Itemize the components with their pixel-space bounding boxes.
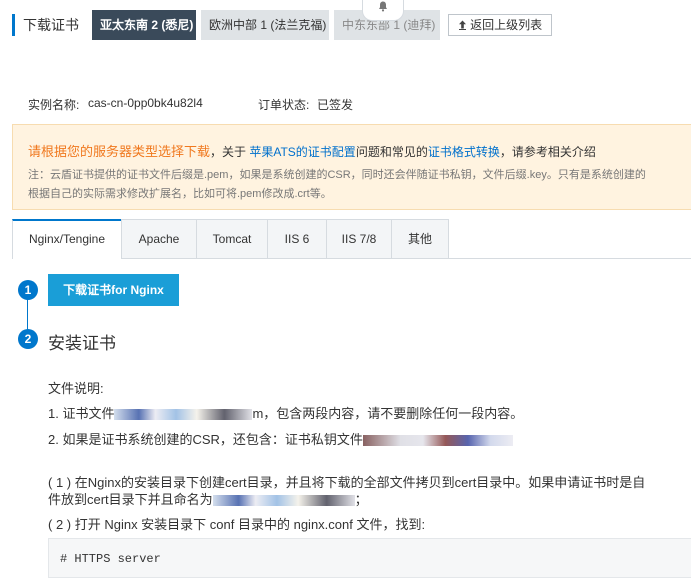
file-item-1-suffix: m，包含两段内容，请不要删除任何一段内容。 (252, 406, 524, 421)
notice-line-2: 注：云盾证书提供的证书文件后缀是.pem，如果是系统创建的CSR，同时还会伴随证… (28, 169, 646, 181)
order-status-label: 订单状态: (258, 98, 310, 112)
code-line: # HTTPS server (60, 552, 161, 566)
ats-config-link[interactable]: 苹果ATS的证书配置 (249, 145, 355, 159)
install-step-a-suffix: ； (354, 492, 368, 507)
file-item-2-prefix: 2. 如果是证书系统创建的CSR，还包含：证书私钥文件 (48, 432, 363, 447)
redacted-keyfile (362, 435, 513, 447)
notice-text-2: 问题和常见的 (355, 145, 428, 159)
back-button-label: 返回上级列表 (470, 18, 543, 32)
notice-text-3: ，请参考相关介绍 (499, 145, 596, 159)
redacted-filename (114, 409, 253, 421)
tab-apache[interactable]: Apache (121, 219, 197, 258)
file-item-2: 2. 如果是证书系统创建的CSR，还包含：证书私钥文件 (48, 429, 513, 448)
upload-arrow-icon (458, 18, 470, 32)
region-tab-frankfurt[interactable]: 欧洲中部 1 (法兰克福) (201, 10, 329, 40)
back-to-list-button[interactable]: 返回上级列表 (448, 14, 552, 36)
page-title: 下载证书 (23, 17, 79, 33)
notice-line-1: 请根据您的服务器类型选择下载，关于 苹果ATS的证书配置问题和常见的证书格式转换… (28, 141, 596, 160)
install-cert-title: 安装证书 (48, 334, 116, 353)
redacted-cert-name (212, 495, 355, 507)
cert-format-link[interactable]: 证书格式转换 (428, 145, 500, 159)
file-item-1-prefix: 1. 证书文件 (48, 406, 115, 421)
notice-line-3: 根据自己的实际需求修改扩展名，比如可将.pem修改成.crt等。 (28, 188, 332, 200)
tab-iis6[interactable]: IIS 6 (267, 219, 327, 258)
notice-highlight: 请根据您的服务器类型选择下载 (28, 144, 211, 159)
instance-label: 实例名称: (28, 98, 80, 112)
file-item-1: 1. 证书文件 m，包含两段内容，请不要删除任何一段内容。 (48, 403, 523, 422)
download-nginx-cert-button[interactable]: 下载证书for Nginx (48, 274, 179, 306)
header-accent-bar (12, 14, 15, 36)
notification-pill[interactable] (362, 0, 404, 21)
instance-value: cas-cn-0pp0bk4u82l4 (88, 96, 203, 110)
tab-other[interactable]: 其他 (391, 219, 449, 258)
install-step-b: ( 2 ) 打开 Nginx 安装目录下 conf 目录中的 nginx.con… (48, 517, 426, 532)
region-tab-sydney[interactable]: 亚太东南 2 (悉尼) (92, 10, 196, 40)
file-desc-heading: 文件说明: (48, 381, 104, 396)
bell-icon (378, 1, 388, 15)
tab-iis78[interactable]: IIS 7/8 (326, 219, 392, 258)
install-step-a-prefix: 件放到cert目录下并且命名为 (48, 492, 213, 507)
install-step-a-line2: 件放到cert目录下并且命名为 ； (48, 489, 368, 508)
order-status-value: 已签发 (317, 98, 354, 112)
tab-nginx[interactable]: Nginx/Tengine (12, 219, 122, 259)
tab-tomcat[interactable]: Tomcat (196, 219, 268, 258)
step-2-badge: 2 (18, 329, 38, 349)
step-1-badge: 1 (18, 280, 38, 300)
notice-text-1: ，关于 (210, 145, 250, 159)
